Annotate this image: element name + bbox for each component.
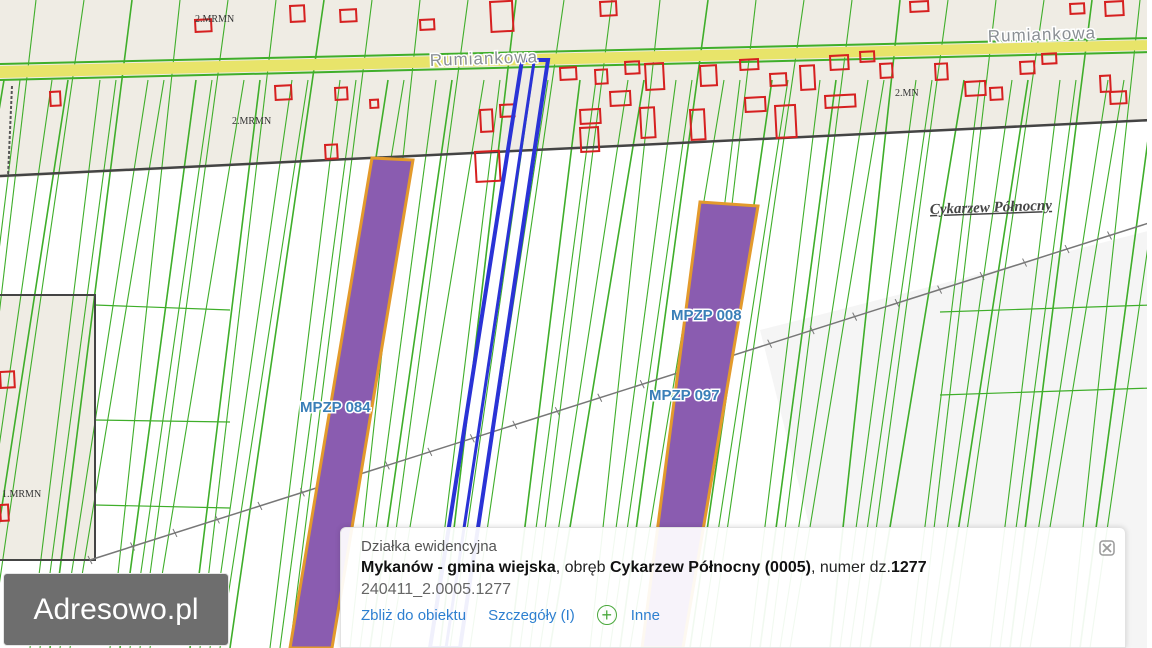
close-icon[interactable] [1097, 538, 1117, 558]
popup-title: Działka ewidencyjna [361, 538, 497, 555]
plan-label-008[interactable]: MPZP 008 [670, 306, 744, 326]
plan-label-097[interactable]: MPZP 097 [648, 386, 722, 406]
number-prefix: , numer dz. [810, 559, 891, 576]
street-label: Rumiankowa [987, 23, 1096, 46]
zone-label: 1.MRMN [2, 489, 41, 500]
parcel-id: 240411_2.0005.1277 [361, 581, 512, 598]
obreb-prefix: , obręb [555, 559, 610, 576]
parcel-description: Mykanów - gmina wiejska, obręb Cykarzew … [361, 559, 1107, 577]
plus-circle-icon[interactable]: + [596, 605, 617, 625]
obreb-name: Cykarzew Północny (0005) [610, 559, 811, 576]
municipality: Mykanów - gmina wiejska [361, 559, 556, 576]
map-edge [1147, 0, 1152, 648]
details-link[interactable]: Szczegóły (I) [488, 607, 575, 624]
zone-label: 2.MN [895, 88, 919, 99]
locality-label: Cykarzew Północny [930, 198, 1053, 218]
other-link[interactable]: Inne [631, 607, 660, 624]
zone-label: 2.MRMN [232, 116, 271, 127]
popup-actions: Zbliż do obiektu Szczegóły (I) + Inne [361, 605, 1107, 625]
plan-label-084[interactable]: MPZP 084 [299, 398, 373, 418]
zone-label: 2.MRMN [195, 14, 234, 25]
street-label: Rumiankowa [429, 47, 538, 70]
zoom-to-object-link[interactable]: Zbliż do obiektu [361, 607, 466, 624]
map-viewport[interactable]: Rumiankowa Rumiankowa 2.MRMN 2.MRMN 2.MN… [0, 0, 1152, 648]
parcel-info-popup: Działka ewidencyjna Mykanów - gmina wiej… [340, 527, 1126, 648]
parcel-number: 1277 [891, 559, 927, 576]
brand-watermark: Adresowo.pl [3, 573, 229, 646]
